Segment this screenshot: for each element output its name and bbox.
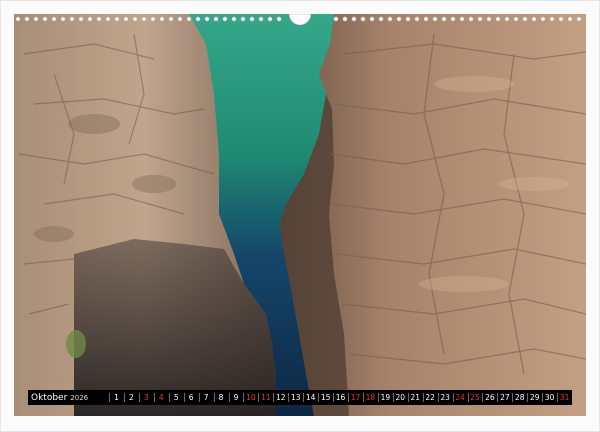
calendar-day: 4 <box>153 390 169 405</box>
month-name: Oktober <box>31 392 68 403</box>
calendar-day: 24 <box>452 390 468 405</box>
calendar-day: 3 <box>138 390 154 405</box>
month-label: Oktober 2026 <box>28 393 109 403</box>
moss-patch <box>66 330 86 358</box>
calendar-day: 18 <box>362 390 378 405</box>
calendar-strip: Oktober 2026 1 2 3 4 5 6 7 8 9 10 11 12 13 14 15 16 17 18… <box>28 390 572 405</box>
canyon-illustration <box>14 14 586 416</box>
calendar-day: 28 <box>512 390 527 405</box>
calendar-day: 11 <box>258 390 273 405</box>
year-label: 2026 <box>70 393 89 402</box>
calendar-day: 22 <box>422 390 438 405</box>
calendar-day: 6 <box>183 390 199 405</box>
calendar-day: 8 <box>213 390 229 405</box>
calendar-day: 5 <box>168 390 184 405</box>
calendar-day: 12 <box>273 390 288 405</box>
calendar-day: 1 <box>109 390 124 405</box>
canyon-photo <box>14 14 586 416</box>
calendar-day: 17 <box>348 390 363 405</box>
calendar-day: 27 <box>497 390 512 405</box>
calendar-day: 30 <box>542 390 557 405</box>
calendar-day: 9 <box>228 390 244 405</box>
hanger-notch <box>288 14 312 26</box>
calendar-day: 16 <box>333 390 348 405</box>
calendar-day: 13 <box>288 390 303 405</box>
calendar-day: 31 <box>557 390 572 405</box>
calendar-day: 21 <box>407 390 423 405</box>
calendar-day: 7 <box>198 390 214 405</box>
calendar-day: 2 <box>123 390 139 405</box>
calendar-day: 20 <box>392 390 408 405</box>
spiral-binding <box>15 14 582 26</box>
calendar-day: 25 <box>467 390 483 405</box>
calendar-day: 29 <box>527 390 542 405</box>
calendar-day: 23 <box>437 390 453 405</box>
calendar-day: 14 <box>303 390 318 405</box>
calendar-day: 19 <box>377 390 393 405</box>
day-list: 1 2 3 4 5 6 7 8 9 10 11 12 13 14 15 16 17 18 19 20 21 22 23 24 2… <box>109 390 572 405</box>
calendar-day: 10 <box>243 390 258 405</box>
calendar-day: 15 <box>318 390 333 405</box>
calendar-page: Oktober 2026 1 2 3 4 5 6 7 8 9 10 11 12 13 14 15 16 17 18… <box>0 0 600 432</box>
calendar-day: 26 <box>482 390 497 405</box>
